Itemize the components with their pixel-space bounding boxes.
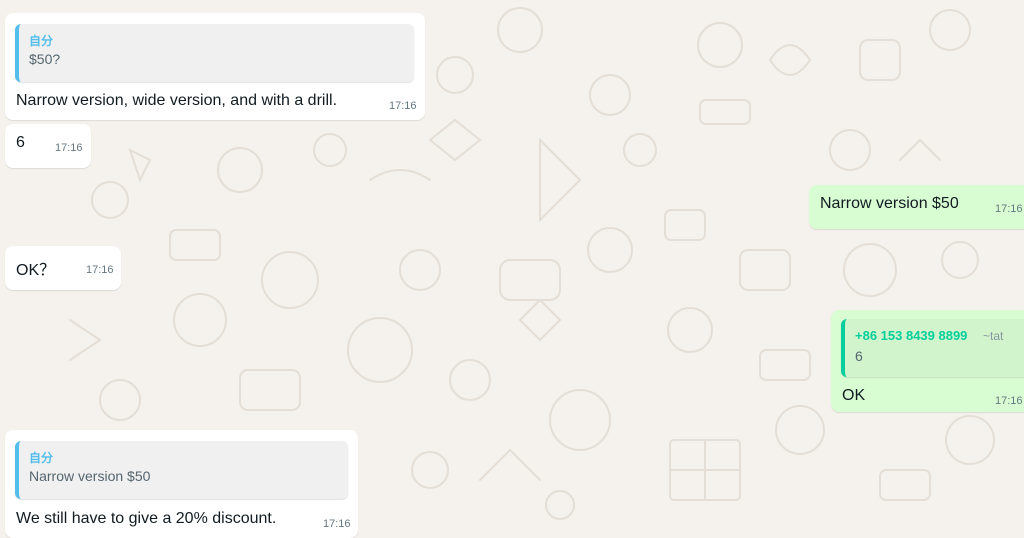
quoted-message[interactable]: 自分 Narrow version $50 — [15, 441, 348, 499]
message-bubble-incoming[interactable]: OK？ 17:16 — [5, 246, 121, 290]
quoted-author: 自分 — [29, 34, 54, 48]
message-timestamp: 17:16 — [323, 518, 351, 530]
quoted-author: +86 153 8439 8899 — [855, 328, 968, 343]
message-bubble-incoming[interactable]: 自分 $50? Narrow version, wide version, an… — [5, 13, 425, 120]
message-text: We still have to give a 20% discount. — [16, 510, 277, 527]
message-timestamp: 17:16 — [86, 264, 114, 276]
quoted-author: 自分 — [29, 451, 54, 465]
message-text: Narrow version, wide version, and with a… — [16, 92, 338, 109]
message-bubble-incoming[interactable]: 6 17:16 — [5, 124, 91, 168]
message-text: 6 — [16, 134, 25, 151]
quoted-text: 6 — [855, 348, 863, 364]
quoted-text: $50? — [29, 51, 61, 67]
message-timestamp: 17:16 — [995, 203, 1023, 215]
quoted-author-alias: ~tat — [983, 329, 1004, 343]
message-timestamp: 17:16 — [55, 142, 83, 154]
message-timestamp: 17:16 — [389, 100, 417, 112]
message-bubble-outgoing[interactable]: Narrow version $50 17:16 — [809, 185, 1024, 229]
message-bubble-incoming[interactable]: 自分 Narrow version $50 We still have to g… — [5, 430, 358, 538]
quoted-message[interactable]: 自分 $50? — [15, 24, 414, 82]
message-text: OK — [842, 387, 866, 404]
message-timestamp: 17:16 — [995, 395, 1023, 407]
quoted-text: Narrow version $50 — [29, 468, 151, 484]
quoted-message[interactable]: +86 153 8439 8899 ~tat 6 — [841, 319, 1024, 377]
message-text: Narrow version $50 — [820, 195, 959, 212]
message-bubble-outgoing[interactable]: +86 153 8439 8899 ~tat 6 OK 17:16 — [831, 310, 1024, 412]
message-text: OK？ — [16, 262, 56, 279]
